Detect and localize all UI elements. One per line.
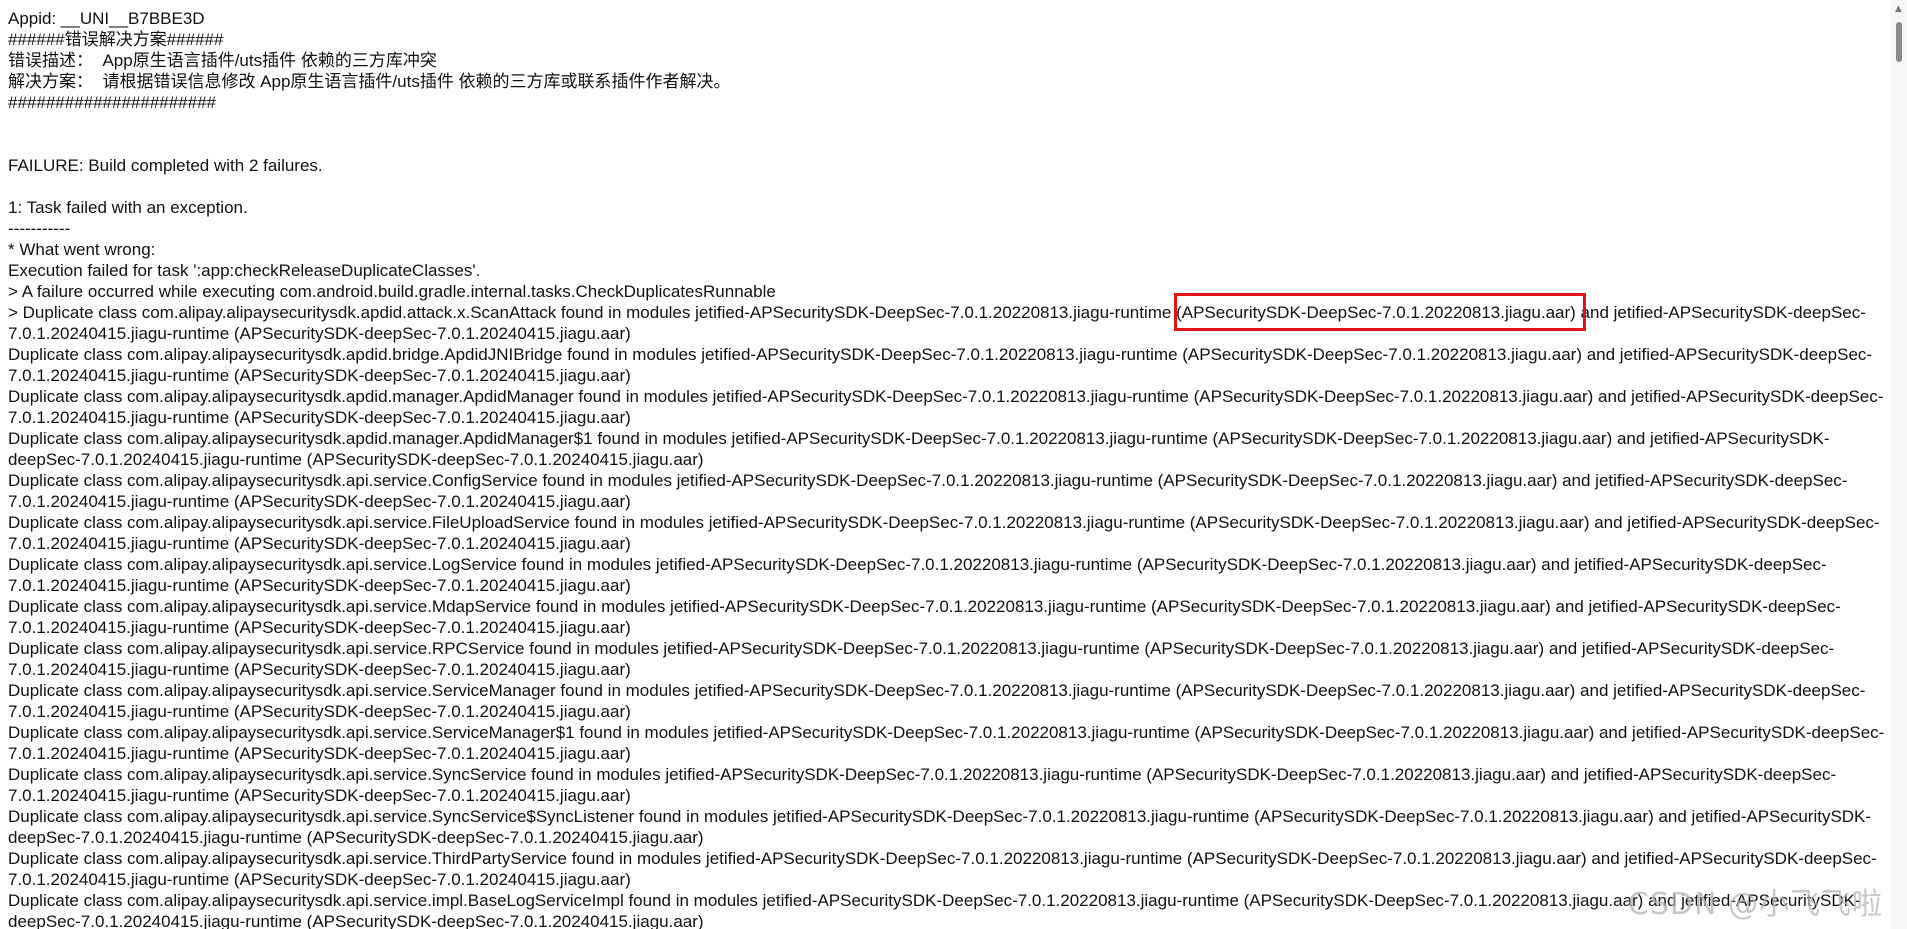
build-log: Appid: __UNI__B7BBE3D ######错误解决方案######… xyxy=(8,8,1888,929)
csdn-watermark: CSDN @小飞飞啦 xyxy=(1627,887,1883,922)
duplicate-class-line: 7.0.1.20240415.jiagu-runtime (APSecurity… xyxy=(8,702,631,721)
duplicate-class-line: 7.0.1.20240415.jiagu-runtime (APSecurity… xyxy=(8,576,631,595)
duplicate-class-line: 7.0.1.20240415.jiagu-runtime (APSecurity… xyxy=(8,744,631,763)
duplicate-class-list: > Duplicate class com.alipay.alipaysecur… xyxy=(8,302,1888,929)
banner-end: ###################### xyxy=(8,93,217,112)
scroll-up-arrow-icon[interactable]: ▲ xyxy=(1890,0,1907,18)
duplicate-class-line: 7.0.1.20240415.jiagu-runtime (APSecurity… xyxy=(8,660,631,679)
what-went-wrong: * What went wrong: xyxy=(8,240,156,259)
duplicate-class-line: Duplicate class com.alipay.alipaysecurit… xyxy=(8,597,1841,616)
duplicate-class-line: deepSec-7.0.1.20240415.jiagu-runtime (AP… xyxy=(8,912,704,929)
duplicate-class-line: Duplicate class com.alipay.alipaysecurit… xyxy=(8,555,1827,574)
duplicate-class-line: 7.0.1.20240415.jiagu-runtime (APSecurity… xyxy=(8,324,631,343)
log-window: Appid: __UNI__B7BBE3D ######错误解决方案######… xyxy=(0,0,1907,929)
duplicate-class-line: > Duplicate class com.alipay.alipaysecur… xyxy=(8,303,1866,322)
duplicate-class-line: Duplicate class com.alipay.alipaysecurit… xyxy=(8,471,1848,490)
banner-start: ######错误解决方案###### xyxy=(8,30,224,49)
separator-line: ----------- xyxy=(8,219,71,238)
duplicate-class-line: 7.0.1.20240415.jiagu-runtime (APSecurity… xyxy=(8,492,631,511)
duplicate-class-line: Duplicate class com.alipay.alipaysecurit… xyxy=(8,429,1830,448)
duplicate-class-line: Duplicate class com.alipay.alipaysecurit… xyxy=(8,723,1885,742)
duplicate-class-line: Duplicate class com.alipay.alipaysecurit… xyxy=(8,681,1866,700)
duplicate-class-line: Duplicate class com.alipay.alipaysecurit… xyxy=(8,807,1872,826)
duplicate-class-line: Duplicate class com.alipay.alipaysecurit… xyxy=(8,387,1884,406)
duplicate-class-line: 7.0.1.20240415.jiagu-runtime (APSecurity… xyxy=(8,870,631,889)
duplicate-class-line: Duplicate class com.alipay.alipaysecurit… xyxy=(8,891,1861,910)
execution-failed-line: Execution failed for task ':app:checkRel… xyxy=(8,261,481,280)
duplicate-class-line: Duplicate class com.alipay.alipaysecurit… xyxy=(8,639,1835,658)
failure-occurred-line: > A failure occurred while executing com… xyxy=(8,282,776,301)
duplicate-class-line: 7.0.1.20240415.jiagu-runtime (APSecurity… xyxy=(8,786,631,805)
task-failed-line: 1: Task failed with an exception. xyxy=(8,198,248,217)
duplicate-class-line: 7.0.1.20240415.jiagu-runtime (APSecurity… xyxy=(8,618,631,637)
duplicate-class-line: Duplicate class com.alipay.alipaysecurit… xyxy=(8,345,1873,364)
error-description: 错误描述： App原生语言插件/uts插件 依赖的三方库冲突 xyxy=(8,51,437,70)
vertical-scrollbar[interactable]: ▲ xyxy=(1890,0,1907,929)
duplicate-class-line: 7.0.1.20240415.jiagu-runtime (APSecurity… xyxy=(8,534,631,553)
scroll-thumb[interactable] xyxy=(1896,22,1902,62)
appid-line: Appid: __UNI__B7BBE3D xyxy=(8,9,205,28)
duplicate-class-line: 7.0.1.20240415.jiagu-runtime (APSecurity… xyxy=(8,366,631,385)
duplicate-class-line: Duplicate class com.alipay.alipaysecurit… xyxy=(8,513,1880,532)
duplicate-class-line: 7.0.1.20240415.jiagu-runtime (APSecurity… xyxy=(8,408,631,427)
duplicate-class-line: Duplicate class com.alipay.alipaysecurit… xyxy=(8,849,1877,868)
build-failure-line: FAILURE: Build completed with 2 failures… xyxy=(8,156,323,175)
duplicate-class-line: deepSec-7.0.1.20240415.jiagu-runtime (AP… xyxy=(8,450,704,469)
duplicate-class-line: deepSec-7.0.1.20240415.jiagu-runtime (AP… xyxy=(8,828,704,847)
duplicate-class-line: Duplicate class com.alipay.alipaysecurit… xyxy=(8,765,1837,784)
solution-line: 解决方案： 请根据错误信息修改 App原生语言插件/uts插件 依赖的三方库或联… xyxy=(8,72,731,91)
